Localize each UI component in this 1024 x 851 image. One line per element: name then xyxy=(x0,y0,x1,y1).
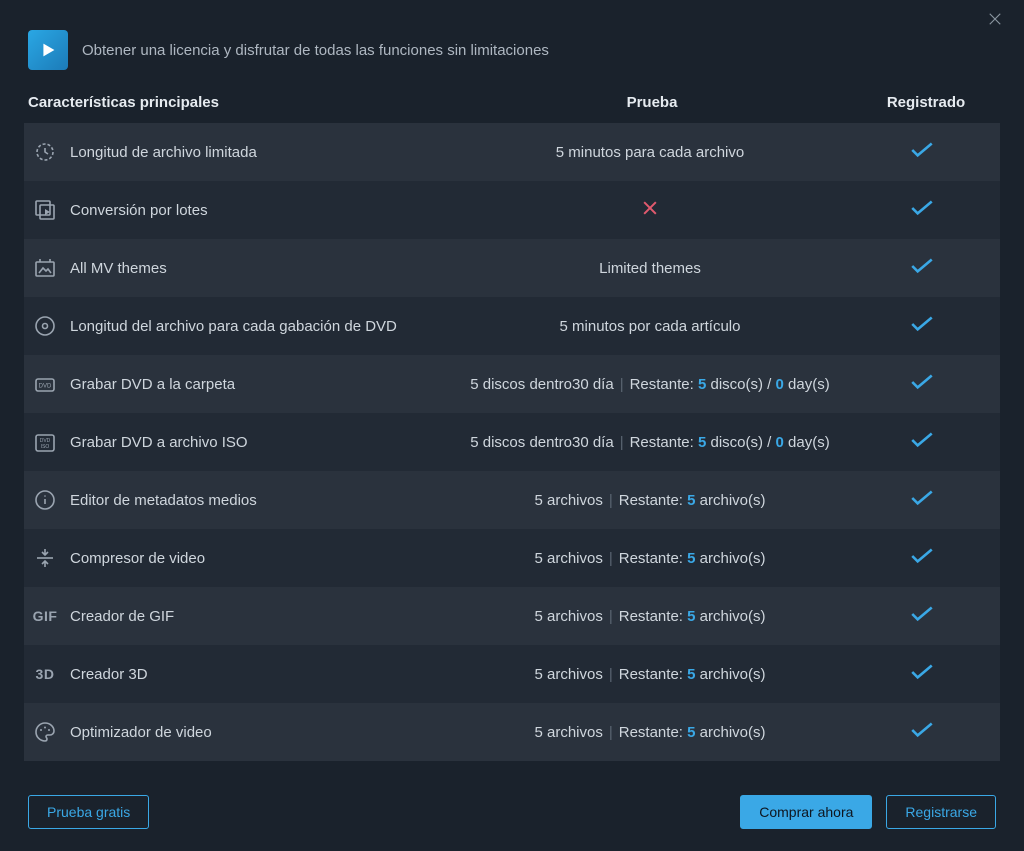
registered-value xyxy=(852,663,992,686)
register-button[interactable]: Registrarse xyxy=(886,795,996,829)
dialog-footer: Prueba gratis Comprar ahora Registrarse xyxy=(0,773,1024,851)
themes-icon xyxy=(32,255,58,281)
free-trial-button[interactable]: Prueba gratis xyxy=(28,795,149,829)
clock-icon xyxy=(32,139,58,165)
trial-value: 5 archivos|Restante: 5 archivo(s) xyxy=(448,550,852,567)
registered-value xyxy=(852,141,992,164)
check-icon xyxy=(909,431,935,454)
table-row: DVD Grabar DVD a la carpeta 5 discos den… xyxy=(24,355,1000,413)
trial-value: 5 archivos|Restante: 5 archivo(s) xyxy=(448,666,852,683)
col-header-trial: Prueba xyxy=(448,94,856,111)
3d-icon: 3D xyxy=(32,661,58,687)
trial-value: 5 minutos para cada archivo xyxy=(448,144,852,161)
feature-label: Grabar DVD a la carpeta xyxy=(70,376,235,393)
check-icon xyxy=(909,663,935,686)
registered-value xyxy=(852,431,992,454)
trial-value xyxy=(448,198,852,222)
check-icon xyxy=(909,199,935,222)
check-icon xyxy=(909,315,935,338)
palette-icon xyxy=(32,719,58,745)
feature-label: Optimizador de video xyxy=(70,724,212,741)
table-row: Longitud de archivo limitada 5 minutos p… xyxy=(24,123,1000,181)
table-header: Características principales Prueba Regis… xyxy=(0,88,1024,123)
svg-text:DVD: DVD xyxy=(39,384,52,390)
gif-icon: GIF xyxy=(32,603,58,629)
check-icon xyxy=(909,141,935,164)
trial-value: 5 minutos por cada artículo xyxy=(448,318,852,335)
x-icon xyxy=(640,205,660,222)
dvd-folder-icon: DVD xyxy=(32,371,58,397)
check-icon xyxy=(909,547,935,570)
check-icon xyxy=(909,373,935,396)
table-row: Longitud del archivo para cada gabación … xyxy=(24,297,1000,355)
trial-value: 5 archivos|Restante: 5 archivo(s) xyxy=(448,492,852,509)
table-row: Compresor de video 5 archivos|Restante: … xyxy=(24,529,1000,587)
feature-label: All MV themes xyxy=(70,260,167,277)
dvd-icon xyxy=(32,313,58,339)
table-row: Editor de metadatos medios 5 archivos|Re… xyxy=(24,471,1000,529)
check-icon xyxy=(909,721,935,744)
batch-icon xyxy=(32,197,58,223)
buy-now-button[interactable]: Comprar ahora xyxy=(740,795,872,829)
feature-label: Longitud del archivo para cada gabación … xyxy=(70,318,397,335)
dialog-header: Obtener una licencia y disfrutar de toda… xyxy=(0,0,1024,88)
header-title: Obtener una licencia y disfrutar de toda… xyxy=(82,42,549,59)
check-icon xyxy=(909,489,935,512)
feature-label: Editor de metadatos medios xyxy=(70,492,257,509)
table-row: All MV themes Limited themes xyxy=(24,239,1000,297)
compress-icon xyxy=(32,545,58,571)
registered-value xyxy=(852,315,992,338)
registered-value xyxy=(852,373,992,396)
info-icon xyxy=(32,487,58,513)
dvd-iso-icon: DVDISO xyxy=(32,429,58,455)
app-logo-icon xyxy=(28,30,68,70)
registered-value xyxy=(852,605,992,628)
trial-value: 5 discos dentro30 día|Restante: 5 disco(… xyxy=(448,376,852,393)
table-row: 3D Creador 3D 5 archivos|Restante: 5 arc… xyxy=(24,645,1000,703)
col-header-features: Características principales xyxy=(28,94,448,111)
feature-label: Longitud de archivo limitada xyxy=(70,144,257,161)
check-icon xyxy=(909,605,935,628)
registered-value xyxy=(852,721,992,744)
feature-table: Longitud de archivo limitada 5 minutos p… xyxy=(0,123,1024,761)
feature-label: Creador 3D xyxy=(70,666,148,683)
table-row: Conversión por lotes xyxy=(24,181,1000,239)
trial-value: 5 archivos|Restante: 5 archivo(s) xyxy=(448,724,852,741)
close-button[interactable] xyxy=(986,10,1010,34)
table-row: GIF Creador de GIF 5 archivos|Restante: … xyxy=(24,587,1000,645)
trial-value: 5 discos dentro30 día|Restante: 5 disco(… xyxy=(448,434,852,451)
feature-label: Compresor de video xyxy=(70,550,205,567)
table-row: DVDISO Grabar DVD a archivo ISO 5 discos… xyxy=(24,413,1000,471)
trial-value: 5 archivos|Restante: 5 archivo(s) xyxy=(448,608,852,625)
col-header-registered: Registrado xyxy=(856,94,996,111)
feature-label: Grabar DVD a archivo ISO xyxy=(70,434,248,451)
registered-value xyxy=(852,547,992,570)
feature-label: Conversión por lotes xyxy=(70,202,208,219)
svg-text:ISO: ISO xyxy=(41,444,50,450)
check-icon xyxy=(909,257,935,280)
table-row: Optimizador de video 5 archivos|Restante… xyxy=(24,703,1000,761)
trial-value: Limited themes xyxy=(448,260,852,277)
feature-label: Creador de GIF xyxy=(70,608,174,625)
registered-value xyxy=(852,257,992,280)
registered-value xyxy=(852,489,992,512)
registered-value xyxy=(852,199,992,222)
